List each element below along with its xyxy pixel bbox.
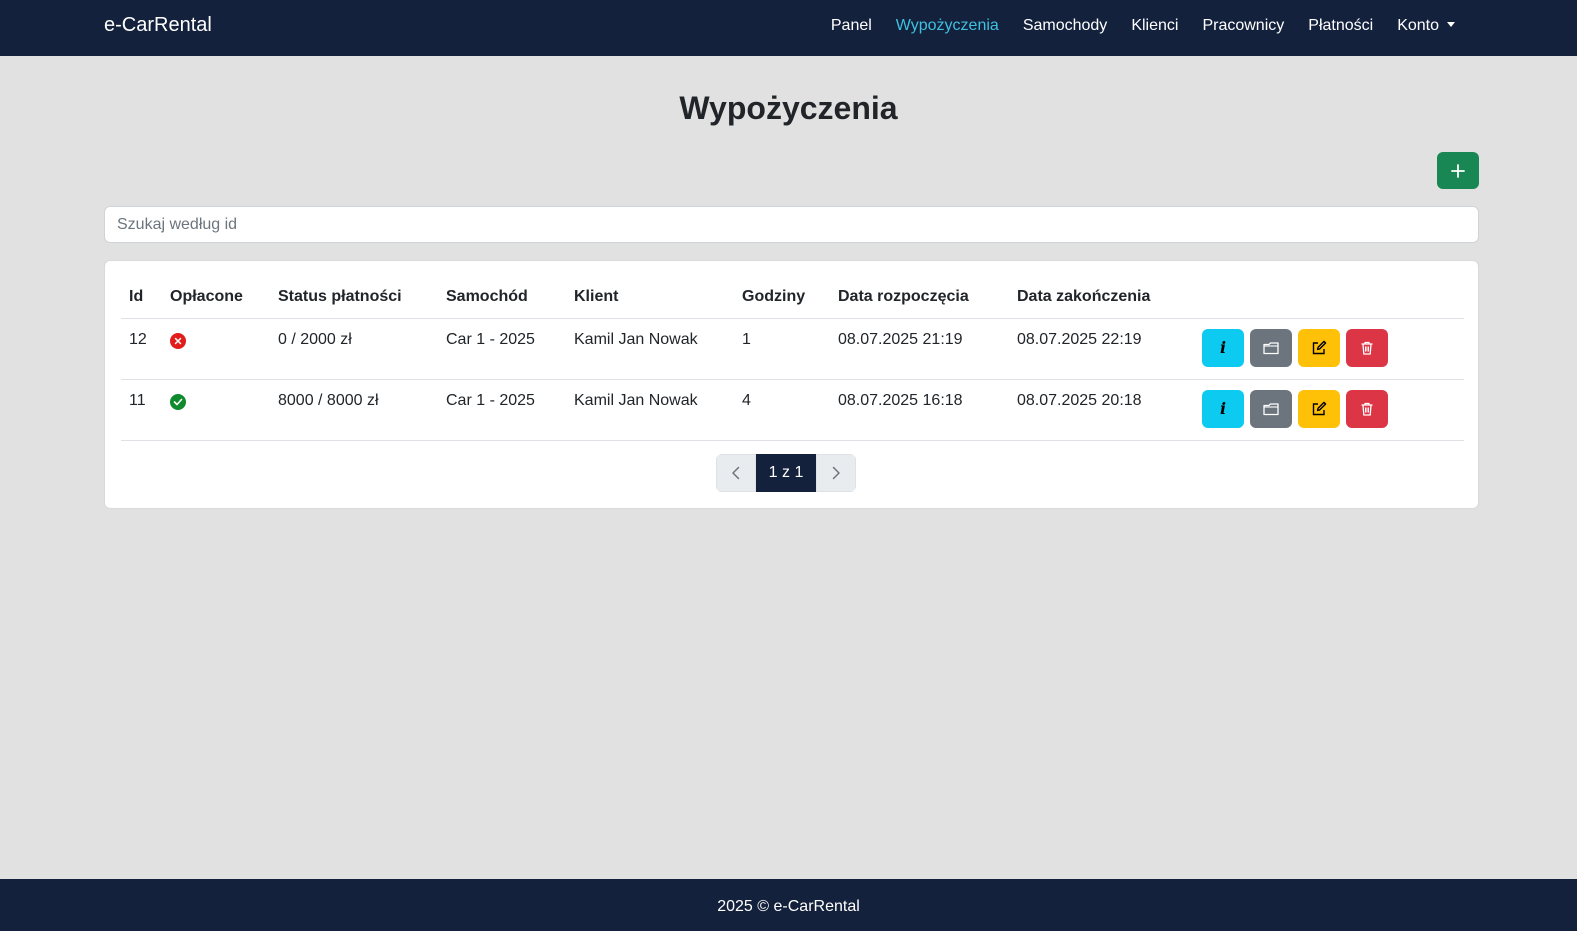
account-label: Konto — [1397, 17, 1439, 34]
nav-item-payments[interactable]: Płatności — [1296, 16, 1385, 36]
plus-icon — [1451, 163, 1465, 178]
header-hours: Godziny — [734, 277, 830, 319]
brand-logo[interactable]: e-CarRental — [104, 14, 212, 37]
header-id: Id — [121, 277, 162, 319]
info-icon: i — [1219, 338, 1227, 357]
nav-item-cars[interactable]: Samochody — [1011, 16, 1120, 36]
cell-end-date: 08.07.2025 22:19 — [1009, 318, 1194, 380]
search-input[interactable] — [104, 206, 1479, 243]
trash-icon — [1361, 341, 1373, 355]
folder-button[interactable] — [1250, 328, 1292, 367]
cell-actions: i — [1194, 318, 1464, 380]
info-icon: i — [1219, 399, 1227, 418]
cell-paid — [162, 379, 270, 441]
cell-payment-status: 0 / 2000 zł — [270, 318, 438, 380]
folder-icon — [1263, 402, 1279, 415]
edit-icon — [1312, 340, 1327, 354]
rentals-table: Id Opłacone Status płatności Samochód Kl… — [121, 277, 1464, 441]
trash-icon — [1361, 402, 1373, 416]
cell-payment-status: 8000 / 8000 zł — [270, 379, 438, 441]
cell-client: Kamil Jan Nowak — [566, 379, 734, 441]
caret-down-icon — [1447, 22, 1455, 27]
cell-client: Kamil Jan Nowak — [566, 318, 734, 380]
current-page-indicator: 1 z 1 — [756, 454, 816, 492]
delete-button[interactable] — [1346, 389, 1388, 428]
cell-hours: 4 — [734, 379, 830, 441]
header-start-date: Data rozpoczęcia — [830, 277, 1009, 319]
delete-button[interactable] — [1346, 328, 1388, 367]
table-row: 12 0 / 2000 zł Car 1 - 2025 Kamil Jan No… — [121, 318, 1464, 380]
cell-id: 12 — [121, 318, 162, 380]
cell-actions: i — [1194, 379, 1464, 441]
edit-button[interactable] — [1298, 389, 1340, 428]
header-client: Klient — [566, 277, 734, 319]
header-car: Samochód — [438, 277, 566, 319]
top-navbar: e-CarRental Panel Wypożyczenia Samochody… — [0, 0, 1577, 56]
page-title: Wypożyczenia — [679, 90, 898, 126]
nav-item-rentals[interactable]: Wypożyczenia — [884, 16, 1011, 36]
page-footer: 2025 © e-CarRental — [0, 879, 1577, 931]
folder-button[interactable] — [1250, 389, 1292, 428]
add-rental-button[interactable] — [1437, 152, 1479, 189]
edit-icon — [1312, 401, 1327, 415]
info-button[interactable]: i — [1202, 328, 1244, 367]
folder-icon — [1263, 341, 1279, 354]
nav-item-panel[interactable]: Panel — [819, 16, 884, 36]
chevron-right-icon — [832, 466, 840, 480]
nav-item-clients[interactable]: Klienci — [1119, 16, 1190, 36]
header-actions — [1194, 277, 1464, 319]
header-paid: Opłacone — [162, 277, 270, 319]
header-payment-status: Status płatności — [270, 277, 438, 319]
chevron-left-icon — [732, 466, 740, 480]
cell-end-date: 08.07.2025 20:18 — [1009, 379, 1194, 441]
x-circle-icon — [170, 332, 186, 349]
pagination: 1 z 1 — [716, 454, 856, 492]
table-row: 11 8000 / 8000 zł Car 1 - 2025 Kamil Jan… — [121, 379, 1464, 441]
table-header-row: Id Opłacone Status płatności Samochód Kl… — [121, 277, 1464, 319]
check-circle-icon — [170, 393, 186, 410]
info-button[interactable]: i — [1202, 389, 1244, 428]
cell-id: 11 — [121, 379, 162, 441]
next-page-button[interactable] — [816, 454, 856, 492]
cell-start-date: 08.07.2025 21:19 — [830, 318, 1009, 380]
cell-start-date: 08.07.2025 16:18 — [830, 379, 1009, 441]
edit-button[interactable] — [1298, 328, 1340, 367]
header-end-date: Data zakończenia — [1009, 277, 1194, 319]
cell-paid — [162, 318, 270, 380]
prev-page-button[interactable] — [716, 454, 756, 492]
cell-car: Car 1 - 2025 — [438, 379, 566, 441]
cell-hours: 1 — [734, 318, 830, 380]
nav-item-employees[interactable]: Pracownicy — [1190, 16, 1296, 36]
nav-menu: Panel Wypożyczenia Samochody Klienci Pra… — [819, 16, 1467, 36]
rentals-card: Id Opłacone Status płatności Samochód Kl… — [104, 260, 1479, 509]
footer-text: 2025 © e-CarRental — [717, 898, 860, 915]
cell-car: Car 1 - 2025 — [438, 318, 566, 380]
nav-item-account-dropdown[interactable]: Konto — [1385, 16, 1467, 36]
